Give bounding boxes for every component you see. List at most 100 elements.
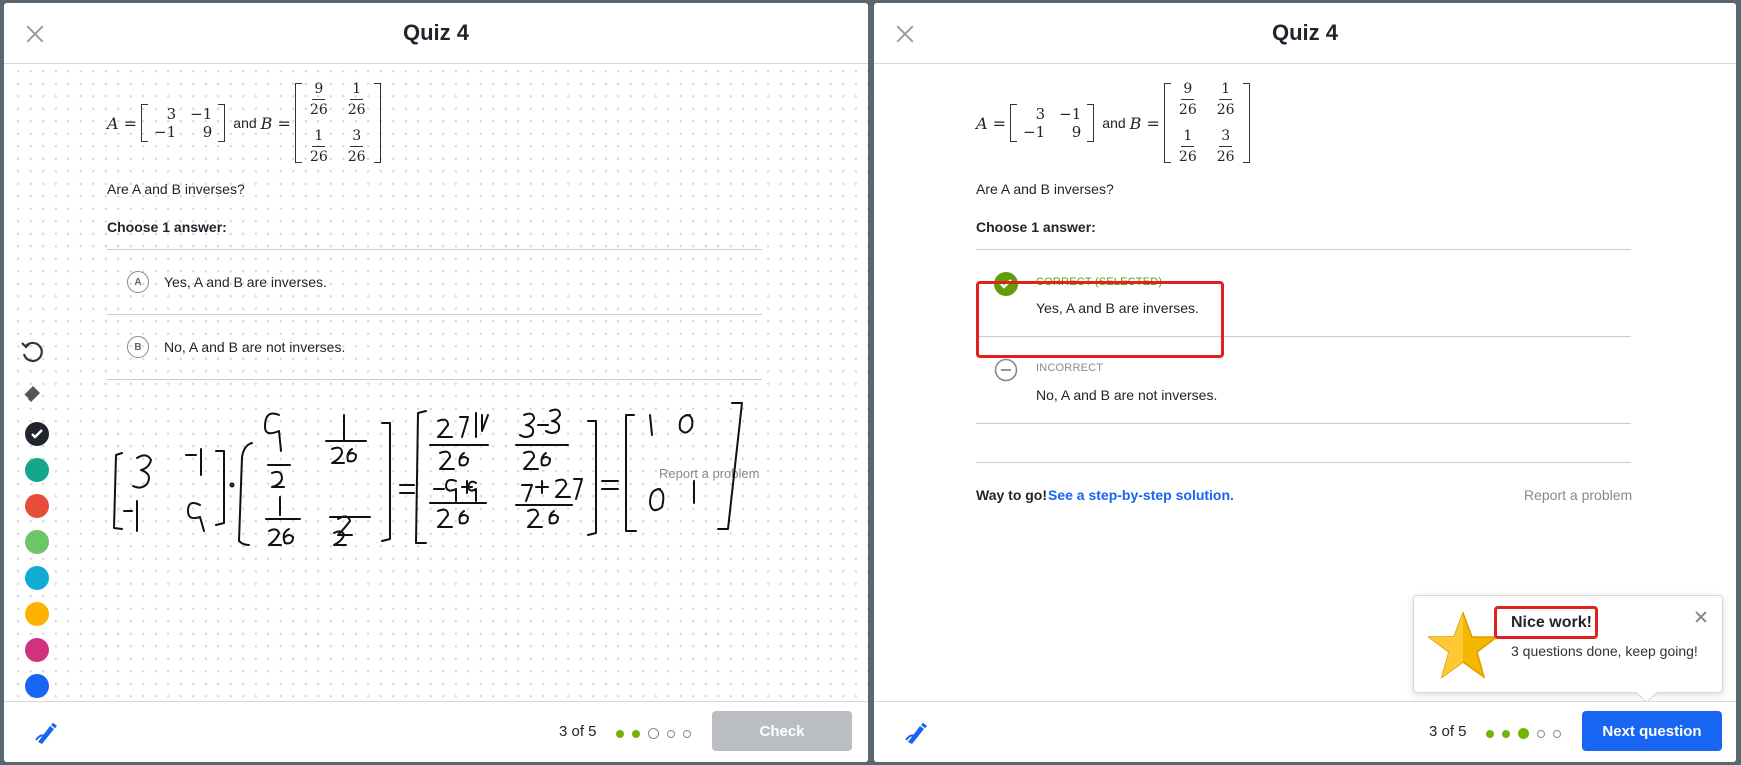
- color-swatch-red[interactable]: [25, 494, 49, 518]
- answer-choice-b[interactable]: B No, A and B are not inverses.: [107, 315, 767, 379]
- handwritten-scratch-work: [113, 402, 743, 546]
- eraser-icon[interactable]: [20, 381, 44, 405]
- right-quiz-panel: Quiz 4 A = 3 −1 −1 9 and B = 9 26 126 1 …: [874, 3, 1736, 762]
- quiz-footer: 3 of 5 Check: [4, 701, 868, 762]
- and-text: and: [233, 115, 257, 131]
- matrix-a-label: A =: [976, 113, 1007, 133]
- next-question-button[interactable]: Next question: [1582, 711, 1722, 751]
- right-bracket: [1242, 83, 1250, 163]
- close-icon[interactable]: [1694, 610, 1708, 624]
- progress-dot-todo: [1553, 729, 1561, 738]
- color-swatch-teal[interactable]: [25, 458, 49, 482]
- way-to-go-text: Way to go!: [976, 487, 1048, 503]
- matrix-cell: 9: [202, 123, 213, 141]
- progress-dot-current: [648, 728, 659, 739]
- matrix-cell: −1: [1059, 105, 1082, 123]
- choice-text: No, A and B are not inverses.: [164, 339, 346, 355]
- progress-dot-done: [616, 729, 624, 738]
- panel-header: Quiz 4: [874, 3, 1736, 64]
- progress-dot-todo: [683, 729, 691, 738]
- color-swatch-blue[interactable]: [25, 674, 49, 698]
- fraction: 1 26: [1216, 81, 1235, 118]
- matrix-statement: A = 3 −1 −1 9 and B = 9 26 1 26 1 26 3 2…: [976, 75, 1636, 171]
- progress-dot-done: [632, 729, 640, 738]
- check-icon: [31, 429, 43, 439]
- matrix-b: 9 26 1 26 1 26 3 26: [294, 79, 381, 167]
- progress-dot-done: [1502, 729, 1510, 738]
- scratchpad-pencil-icon[interactable]: [904, 720, 930, 746]
- highlight-box-toast-title: [1494, 606, 1598, 639]
- right-bracket: [373, 83, 381, 163]
- matrix-b: 9 26 1 26 1 26 3 26: [1163, 79, 1250, 167]
- matrix-cell: 3: [1035, 105, 1046, 123]
- color-swatch-magenta[interactable]: [25, 638, 49, 662]
- fraction: 1 26: [1178, 128, 1197, 165]
- progress-dot-current: [1518, 728, 1529, 739]
- question-content: A = 3 −1 −1 9 and B = 9 26 1 26 1 26 3 2…: [107, 75, 767, 380]
- matrix-cell: 3: [166, 105, 177, 123]
- quiz-footer: 3 of 5 Next question: [874, 701, 1736, 762]
- toast-notification: Nice work! 3 questions done, keep going!: [1413, 595, 1723, 693]
- fraction: 9 26: [1178, 81, 1197, 118]
- left-bracket: [1163, 83, 1171, 163]
- and-text: and: [1102, 115, 1126, 131]
- highlight-box-correct-answer: [976, 281, 1224, 358]
- solution-link[interactable]: See a step-by-step solution.: [1048, 487, 1234, 503]
- matrix-b-label: B =: [1129, 113, 1160, 133]
- color-swatch-black-selected[interactable]: [25, 422, 49, 446]
- color-swatch-green[interactable]: [25, 530, 49, 554]
- color-swatch-cyan[interactable]: [25, 566, 49, 590]
- feedback-row: Way to go! See a step-by-step solution. …: [976, 463, 1636, 523]
- left-quiz-panel: Quiz 4 A = 3 −1 −1 9 and B = 9 26 126 1 …: [4, 3, 868, 762]
- matrix-cell: 9: [1071, 123, 1082, 141]
- choose-label: Choose 1 answer:: [976, 219, 1096, 235]
- panel-header: Quiz 4: [4, 3, 868, 64]
- answer-choice-a[interactable]: A Yes, A and B are inverses.: [107, 250, 767, 314]
- page-title: Quiz 4: [402, 20, 469, 45]
- choose-label: Choose 1 answer:: [107, 219, 227, 235]
- choice-letter-badge: B: [127, 336, 149, 358]
- fraction: 9 26: [309, 81, 328, 118]
- left-bracket: [294, 83, 302, 163]
- matrix-b-label: B =: [260, 113, 291, 133]
- report-problem-link[interactable]: Report a problem: [1524, 487, 1632, 503]
- choice-text: No, A and B are not inverses.: [1036, 387, 1218, 403]
- incorrect-status-label: INCORRECT: [1036, 362, 1104, 374]
- check-button[interactable]: Check: [712, 711, 852, 751]
- divider: [107, 379, 762, 380]
- progress-dots: [1486, 728, 1569, 739]
- undo-icon[interactable]: [20, 340, 44, 364]
- matrix-cell: −1: [1023, 123, 1046, 141]
- question-text: Are A and B inverses?: [107, 181, 245, 197]
- toast-body: 3 questions done, keep going!: [1511, 643, 1698, 659]
- fraction: 3 26: [1216, 128, 1235, 165]
- left-bracket: [141, 104, 149, 142]
- left-bracket: [1010, 104, 1018, 142]
- scratchpad-pencil-icon[interactable]: [34, 720, 60, 746]
- divider: [976, 423, 1631, 424]
- right-bracket: [1087, 104, 1095, 142]
- question-text: Are A and B inverses?: [976, 181, 1114, 197]
- progress-text: 3 of 5: [559, 723, 597, 740]
- fraction: 1 26: [309, 128, 328, 165]
- matrix-a-label: A =: [107, 113, 138, 133]
- matrix-cell: −1: [190, 105, 213, 123]
- matrix-a: 3 −1 −1 9: [141, 104, 226, 142]
- star-icon: [1428, 610, 1498, 679]
- progress-text: 3 of 5: [1429, 723, 1467, 740]
- matrix-a: 3 −1 −1 9: [1010, 104, 1095, 142]
- matrix-statement: A = 3 −1 −1 9 and B = 9 26 1 26 1 26 3 2…: [107, 75, 767, 171]
- color-swatch-yellow[interactable]: [25, 602, 49, 626]
- choice-text: Yes, A and B are inverses.: [164, 274, 327, 290]
- choice-letter-badge: A: [127, 271, 149, 293]
- progress-dot-todo: [1537, 729, 1545, 738]
- progress-dots: [616, 728, 699, 739]
- right-bracket: [218, 104, 226, 142]
- minus-circle-icon: [994, 358, 1018, 382]
- page-title: Quiz 4: [1271, 20, 1338, 45]
- fraction: 1 26: [347, 81, 366, 118]
- matrix-cell: −1: [154, 123, 177, 141]
- progress-dot-todo: [667, 729, 675, 738]
- progress-dot-done: [1486, 729, 1494, 738]
- fraction: 3 26: [347, 128, 366, 165]
